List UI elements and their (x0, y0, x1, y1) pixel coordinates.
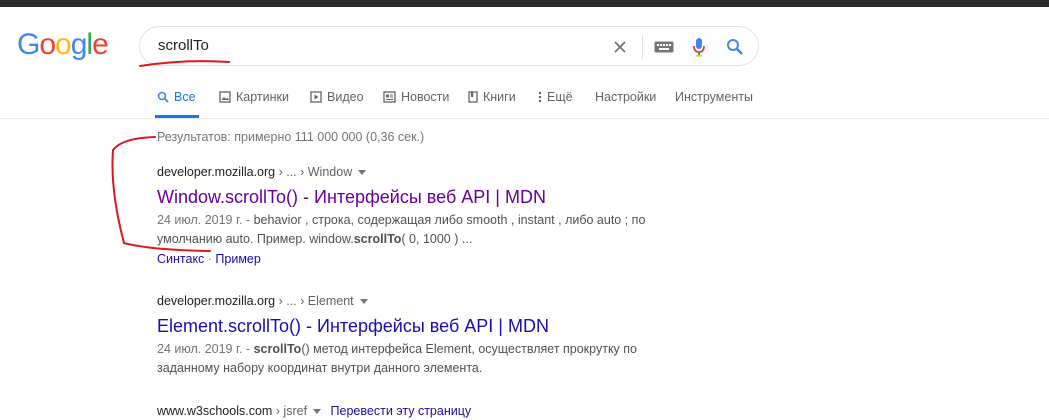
mic-icon[interactable] (689, 37, 709, 57)
search-input[interactable]: scrollTo (158, 37, 209, 54)
book-icon (468, 91, 478, 103)
sitelink-syntax[interactable]: Синтакс (157, 252, 204, 266)
search-icon (157, 91, 169, 103)
clear-icon[interactable] (610, 37, 630, 57)
tab-label: Видео (327, 90, 364, 104)
result-url[interactable]: www.w3schools.com › jsref Перевести эту … (157, 402, 697, 420)
dropdown-arrow-icon[interactable] (358, 170, 367, 176)
tab-video[interactable]: Видео (310, 90, 364, 104)
logo-letter: G (17, 28, 40, 61)
result-snippet: 24 июл. 2019 г. - scrollTo() метод интер… (157, 340, 657, 378)
tab-books[interactable]: Книги (468, 90, 516, 104)
snippet-highlight: scrollTo (253, 342, 302, 356)
search-tabs: Все Картинки Видео Новости Книги Ещё Нас… (140, 80, 780, 118)
dropdown-arrow-icon[interactable] (313, 409, 322, 415)
translate-link[interactable]: Перевести эту страницу (331, 404, 472, 418)
result-date: 24 июл. 2019 г. - (157, 342, 254, 356)
keyboard-icon[interactable] (653, 37, 675, 57)
result-stats: Результатов: примерно 111 000 000 (0,36 … (157, 130, 425, 144)
video-icon (310, 91, 322, 103)
tab-label: Картинки (236, 90, 289, 104)
tab-label: Настройки (595, 90, 657, 104)
search-result: www.w3schools.com › jsref Перевести эту … (157, 402, 697, 420)
search-result: developer.mozilla.org › ... › Element El… (157, 292, 697, 378)
tab-label: Все (174, 90, 196, 104)
result-date: 24 июл. 2019 г. - (157, 213, 254, 227)
search-box[interactable]: scrollTo (139, 26, 759, 66)
result-title-link[interactable]: Element.scrollTo() - Интерфейсы веб API … (157, 314, 697, 338)
dropdown-arrow-icon[interactable] (359, 299, 368, 305)
result-path: › ... › Element (275, 294, 354, 308)
sitelink-separator: · (204, 252, 216, 266)
result-url[interactable]: developer.mozilla.org › ... › Window (157, 163, 697, 181)
search-separator (642, 35, 643, 59)
tab-label: Ещё (547, 90, 573, 104)
search-icon[interactable] (724, 37, 746, 57)
result-sitelinks: Синтакс · Пример (157, 250, 697, 268)
tab-images[interactable]: Картинки (219, 90, 289, 104)
header-divider (0, 118, 1049, 119)
snippet-highlight: scrollTo (353, 232, 402, 246)
google-logo[interactable]: Google (17, 28, 109, 62)
image-icon (219, 91, 231, 103)
result-path: › jsref (272, 404, 308, 418)
tab-all[interactable]: Все (157, 90, 196, 104)
result-path: › ... › Window (275, 165, 353, 179)
window-top-bar (0, 0, 1049, 7)
result-title-link[interactable]: Window.scrollTo() - Интерфейсы веб API |… (157, 185, 697, 209)
logo-letter: o (39, 28, 56, 61)
tab-label: Инструменты (675, 90, 753, 104)
result-url[interactable]: developer.mozilla.org › ... › Element (157, 292, 697, 310)
logo-letter: g (70, 28, 88, 61)
more-vert-icon (538, 91, 542, 103)
sitelink-example[interactable]: Пример (215, 252, 260, 266)
tab-label: Новости (401, 90, 450, 104)
tab-settings[interactable]: Настройки (595, 90, 656, 104)
logo-letter: e (92, 28, 109, 61)
result-site: www.w3schools.com (157, 404, 273, 418)
snippet-text: ( 0, 1000 ) ... (401, 232, 473, 246)
news-icon (383, 91, 396, 103)
tab-news[interactable]: Новости (383, 90, 449, 104)
search-result: developer.mozilla.org › ... › Window Win… (157, 163, 697, 268)
result-snippet: 24 июл. 2019 г. - behavior , строка, сод… (157, 211, 657, 249)
logo-letter: o (55, 28, 72, 61)
tab-more[interactable]: Ещё (538, 90, 573, 104)
tab-tools[interactable]: Инструменты (675, 90, 753, 104)
tab-label: Книги (483, 90, 516, 104)
result-site: developer.mozilla.org (157, 165, 276, 179)
result-site: developer.mozilla.org (157, 294, 276, 308)
